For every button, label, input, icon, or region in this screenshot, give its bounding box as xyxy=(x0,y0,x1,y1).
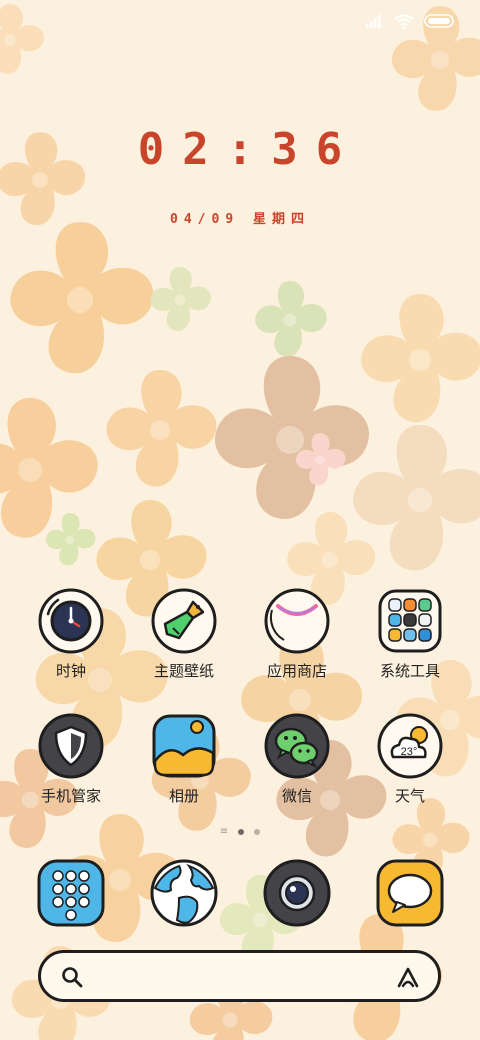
page-dot-current xyxy=(238,829,245,835)
app-label: 应用商店 xyxy=(266,663,327,680)
gallery-icon xyxy=(152,714,216,778)
wifi-icon xyxy=(394,14,414,29)
app-label: 相册 xyxy=(168,788,199,805)
status-bar xyxy=(366,10,454,32)
messages-icon xyxy=(376,859,444,927)
dialer-icon xyxy=(37,859,105,927)
folder-icon xyxy=(378,589,442,653)
weather-temp: 23° xyxy=(401,746,418,758)
voice-assistant-icon[interactable] xyxy=(396,966,420,988)
app-store-icon xyxy=(264,588,330,654)
app-label: 系统工具 xyxy=(379,663,440,680)
app-app-store[interactable]: 应用商店 xyxy=(242,588,352,681)
browser-globe-icon xyxy=(150,859,218,927)
app-themes[interactable]: 主题壁纸 xyxy=(129,588,239,681)
app-label: 手机管家 xyxy=(40,788,101,805)
home-screen: 02:36 04/09 星期四 时钟 主题壁纸 应用商店 系统工具 手机管家 相… xyxy=(0,0,480,1040)
clock-time[interactable]: 02:36 xyxy=(0,124,480,175)
dock-messages[interactable] xyxy=(375,858,445,928)
app-system-tools-folder[interactable]: 系统工具 xyxy=(355,588,465,681)
app-label: 天气 xyxy=(394,788,425,805)
page-list-icon: ≡ xyxy=(219,826,229,837)
page-dot xyxy=(254,829,261,835)
signal-icon xyxy=(366,15,381,28)
battery-icon xyxy=(424,14,454,28)
app-gallery[interactable]: 相册 xyxy=(129,713,239,806)
weather-icon: 23° xyxy=(377,713,443,779)
app-label: 时钟 xyxy=(55,663,86,680)
app-clock[interactable]: 时钟 xyxy=(16,588,126,681)
dock-camera[interactable] xyxy=(262,858,332,928)
search-icon[interactable] xyxy=(61,966,83,988)
paintbrush-icon xyxy=(151,588,217,654)
wechat-icon xyxy=(264,713,330,779)
app-label: 微信 xyxy=(281,788,312,805)
app-label: 主题壁纸 xyxy=(153,663,214,680)
clock-date: 04/09 星期四 xyxy=(170,212,310,227)
page-indicator[interactable]: ≡ xyxy=(0,826,480,837)
clock-icon xyxy=(38,588,104,654)
app-security[interactable]: 手机管家 xyxy=(16,713,126,806)
app-wechat[interactable]: 微信 xyxy=(242,713,352,806)
dock-phone[interactable] xyxy=(36,858,106,928)
shield-icon xyxy=(38,713,104,779)
dock-browser[interactable] xyxy=(149,858,219,928)
search-bar[interactable] xyxy=(38,950,441,1002)
app-weather[interactable]: 23° 天气 xyxy=(355,713,465,806)
camera-icon xyxy=(263,859,331,927)
